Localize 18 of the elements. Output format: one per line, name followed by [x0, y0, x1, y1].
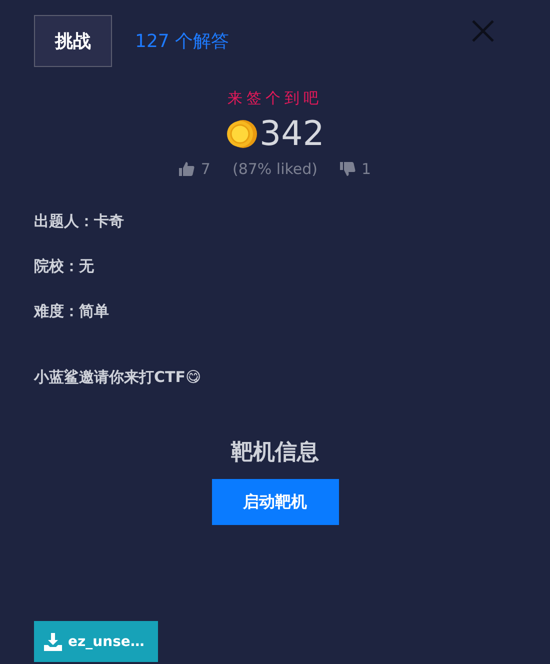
dislike-count: 1	[362, 160, 372, 178]
start-button[interactable]: 启动靶机	[212, 479, 338, 525]
info-line: 难度：简单	[34, 302, 110, 321]
challenge-title: 来签个到吧	[228, 89, 322, 108]
coin-icon	[226, 119, 258, 149]
section-heading: 靶机信息	[231, 439, 319, 467]
tab[interactable]: 127 个解答	[132, 15, 232, 67]
points: 342	[260, 114, 324, 154]
thumbs-up-icon[interactable]	[178, 162, 195, 176]
download-icon	[44, 632, 62, 650]
tab[interactable]: 挑战	[34, 15, 112, 67]
liked-share: (87% liked)	[232, 160, 318, 178]
info-line: 院校：无	[34, 257, 95, 276]
description: 小蓝鲨邀请你来打CTF😋	[34, 368, 202, 387]
download-button[interactable]: ez_unse…	[34, 621, 158, 662]
like-count: 7	[200, 160, 210, 178]
info-line: 出题人：卡奇	[34, 212, 125, 231]
thumbs-down-icon[interactable]	[340, 162, 356, 176]
